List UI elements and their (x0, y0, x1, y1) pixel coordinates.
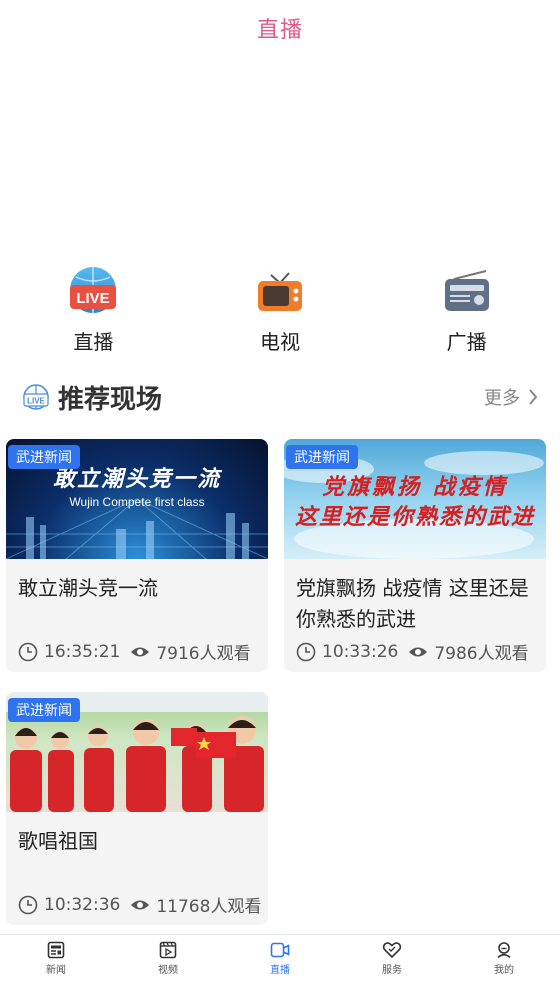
svg-text:LIVE: LIVE (77, 290, 110, 307)
card-views: 11768人观看 (130, 892, 261, 917)
card-title: 敢立潮头竞一流 (18, 576, 158, 600)
heart-service-icon (382, 942, 402, 959)
source-badge: 武进新闻 (8, 698, 80, 722)
eye-icon (131, 647, 150, 656)
live-entries: LIVE 直播 电视 广播 (0, 262, 560, 362)
radio-icon (439, 262, 495, 318)
clock-icon (18, 642, 38, 661)
live-globe-icon: LIVE (23, 384, 49, 410)
tab-news-label: 新闻 (46, 965, 66, 976)
tab-live[interactable]: 直播 (224, 935, 336, 982)
clock-icon (18, 895, 38, 914)
tab-live-label: 直播 (270, 965, 290, 976)
card-views: 7986人观看 (408, 639, 529, 664)
card-views-count: 11768人观看 (156, 897, 262, 917)
tab-video[interactable]: 视频 (112, 935, 224, 982)
tv-icon (252, 262, 308, 318)
eye-icon (409, 647, 428, 656)
card-title: 歌唱祖国 (18, 829, 98, 853)
card-title: 党旗飘扬 战疫情 这里还是你熟悉的武进 (296, 576, 529, 631)
entry-live-label: 直播 (73, 330, 114, 354)
entry-radio-label: 广播 (446, 330, 487, 354)
tab-video-label: 视频 (158, 965, 178, 976)
card-views-count: 7916人观看 (156, 644, 251, 664)
card-meta: 10:33:26 7986人观看 (296, 639, 529, 664)
page-title: 直播 (256, 18, 303, 43)
card-thumbnail: 敢立潮头竞一流 Wujin Compete first class 武进新闻 (6, 439, 268, 559)
live-card[interactable]: 敢立潮头竞一流 Wujin Compete first class 武进新闻 敢… (6, 439, 268, 672)
live-card[interactable]: 武进新闻 歌唱祖国 10:32:36 11768人观看 (6, 692, 268, 925)
video-icon (159, 941, 177, 959)
card-thumbnail: 党旗飘扬 战疫情 这里还是你熟悉的武进 武进新闻 (284, 439, 546, 559)
live-card[interactable]: 党旗飘扬 战疫情 这里还是你熟悉的武进 武进新闻 党旗飘扬 战疫情 这里还是你熟… (284, 439, 546, 672)
card-meta: 10:32:36 11768人观看 (18, 892, 261, 917)
svg-text:LIVE: LIVE (27, 397, 45, 406)
page-header: 直播 (0, 0, 560, 56)
card-thumbnail: 武进新闻 (6, 692, 268, 812)
eye-icon (131, 900, 150, 909)
tab-profile-label: 我的 (494, 965, 514, 976)
more-label: 更多 (484, 388, 520, 409)
entry-live[interactable]: LIVE 直播 (0, 262, 187, 362)
entry-tv[interactable]: 电视 (187, 262, 374, 362)
live-globe-icon: LIVE (65, 262, 121, 318)
card-time: 10:32:36 (44, 894, 121, 915)
thumbnail-caption: 党旗飘扬 战疫情 (322, 474, 508, 500)
bottom-tab-bar: 新闻 视频 直播 服务 我的 (0, 934, 560, 982)
card-views: 7916人观看 (130, 639, 251, 664)
tab-profile[interactable]: 我的 (448, 935, 560, 982)
tab-news[interactable]: 新闻 (0, 935, 112, 982)
tab-service-label: 服务 (382, 965, 402, 976)
card-meta: 16:35:21 7916人观看 (18, 639, 251, 664)
profile-icon (497, 942, 511, 959)
live-camera-icon (270, 942, 290, 958)
tab-service[interactable]: 服务 (336, 935, 448, 982)
entry-radio[interactable]: 广播 (373, 262, 560, 362)
banner-area (0, 56, 560, 256)
entry-tv-label: 电视 (260, 330, 300, 354)
card-time: 10:33:26 (322, 641, 399, 662)
thumbnail-subcaption: Wujin Compete first class (69, 495, 205, 509)
source-badge: 武进新闻 (8, 445, 80, 469)
thumbnail-subcaption: 这里还是你熟悉的武进 (294, 504, 535, 530)
card-views-count: 7986人观看 (434, 644, 529, 664)
source-badge: 武进新闻 (286, 445, 358, 469)
section-title: 推荐现场 (58, 384, 163, 415)
section-recommended: LIVE 推荐现场 更多 (0, 374, 560, 420)
chevron-right-icon (529, 389, 538, 405)
more-link[interactable]: 更多 (484, 384, 538, 410)
clock-icon (296, 642, 316, 661)
card-time: 16:35:21 (44, 641, 121, 662)
news-icon (47, 941, 65, 959)
